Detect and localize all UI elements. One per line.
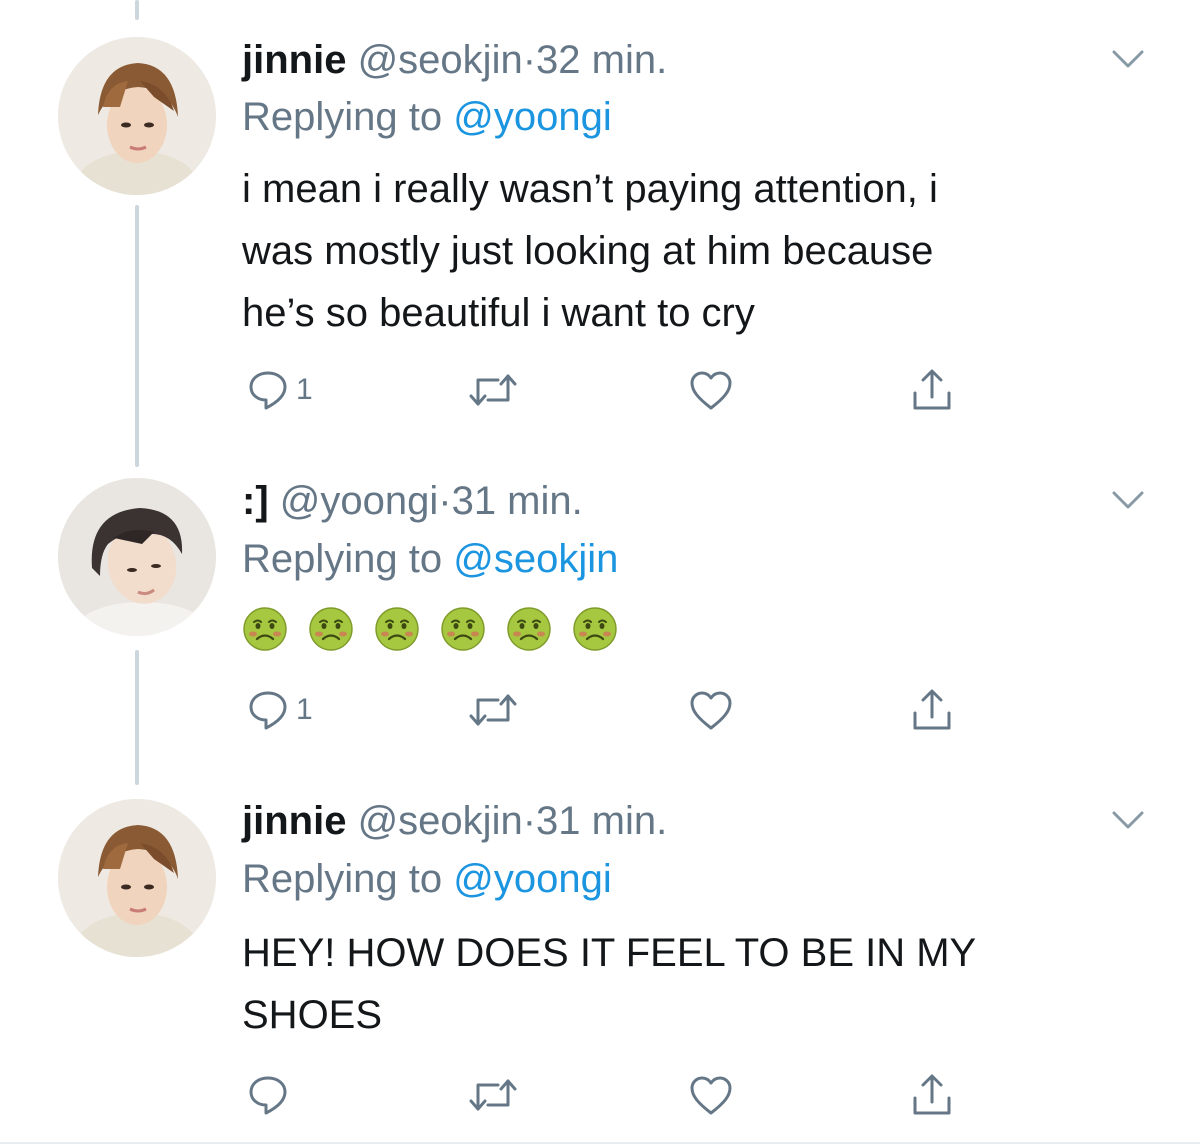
separator: · (438, 479, 452, 523)
mention-link[interactable]: @yoongi (453, 857, 611, 901)
share-icon (913, 369, 951, 410)
replying-prefix: Replying to (242, 857, 443, 901)
reply-icon (249, 1076, 287, 1115)
mention-link[interactable]: @yoongi (453, 95, 611, 139)
user-handle[interactable]: @seokjin (358, 799, 523, 843)
replying-to: Replying to @yoongi (242, 855, 612, 903)
display-name[interactable]: :] (242, 479, 269, 523)
reply-button[interactable] (246, 1070, 296, 1120)
nauseated-face-emoji (507, 607, 551, 651)
share-button[interactable] (910, 1070, 954, 1120)
chevron-down-icon[interactable] (1108, 805, 1148, 835)
replying-to: Replying to @yoongi (242, 93, 612, 141)
like-button[interactable] (688, 685, 734, 735)
divider (0, 1142, 1200, 1144)
replying-to: Replying to @seokjin (242, 535, 618, 583)
nauseated-face-emoji (573, 607, 617, 651)
separator: · (522, 38, 537, 82)
nauseated-face-emoji (243, 607, 287, 651)
tweet-header: jinnie @seokjin·31 min. (242, 797, 667, 845)
retweet-icon (469, 694, 517, 726)
tweet-header: :] @yoongi·31 min. (242, 477, 583, 525)
replying-prefix: Replying to (242, 95, 443, 139)
reply-button[interactable]: 1 (246, 685, 313, 735)
retweet-button[interactable] (466, 365, 520, 415)
avatar-image (58, 799, 216, 957)
heart-icon (690, 371, 732, 410)
mention-link[interactable]: @seokjin (453, 537, 618, 581)
reply-count: 1 (296, 373, 313, 406)
tweet-emojis (242, 606, 618, 652)
avatar-yoongi[interactable] (58, 478, 216, 636)
avatar-image (58, 37, 216, 195)
heart-icon (690, 691, 732, 730)
retweet-icon (469, 1079, 517, 1111)
tweet-text-line: i mean i really wasn’t paying attention,… (242, 167, 938, 211)
reply-count: 1 (296, 693, 313, 726)
retweet-icon (469, 374, 517, 406)
display-name[interactable]: jinnie (242, 38, 346, 82)
avatar-image (58, 478, 216, 636)
heart-icon (690, 1076, 732, 1115)
share-button[interactable] (910, 365, 954, 415)
like-button[interactable] (688, 1070, 734, 1120)
user-handle[interactable]: @yoongi (280, 479, 438, 523)
tweet-text: HEY! HOW DOES IT FEEL TO BE IN MY SHOES (242, 922, 1142, 1046)
tweet-header: jinnie @seokjin·32 min. (242, 36, 667, 84)
thread-line-2 (135, 650, 139, 785)
timestamp[interactable]: 31 min. (452, 479, 583, 523)
thread-line-top (135, 0, 139, 20)
reply-button[interactable]: 1 (246, 365, 313, 415)
tweet-text: i mean i really wasn’t paying attention,… (242, 158, 1142, 344)
thread-line-1 (135, 205, 139, 467)
avatar-seokjin[interactable] (58, 799, 216, 957)
chevron-down-icon[interactable] (1108, 485, 1148, 515)
like-button[interactable] (688, 365, 734, 415)
display-name[interactable]: jinnie (242, 799, 346, 843)
tweet-text-line: was mostly just looking at him because (242, 229, 934, 273)
chevron-down-icon[interactable] (1108, 44, 1148, 74)
separator: · (522, 799, 537, 843)
avatar-seokjin[interactable] (58, 37, 216, 195)
reply-icon (249, 691, 287, 730)
nauseated-face-emoji (375, 607, 419, 651)
nauseated-face-emoji (441, 607, 485, 651)
share-button[interactable] (910, 685, 954, 735)
tweet-text-line: HEY! HOW DOES IT FEEL TO BE IN MY (242, 931, 977, 975)
timestamp[interactable]: 31 min. (536, 799, 667, 843)
retweet-button[interactable] (466, 685, 520, 735)
timestamp[interactable]: 32 min. (536, 38, 667, 82)
nauseated-face-emoji (309, 607, 353, 651)
tweet-text-line: he’s so beautiful i want to cry (242, 291, 755, 335)
retweet-button[interactable] (466, 1070, 520, 1120)
reply-icon (249, 371, 287, 410)
share-icon (913, 1074, 951, 1115)
tweet-text-line: SHOES (242, 993, 383, 1037)
share-icon (913, 689, 951, 730)
user-handle[interactable]: @seokjin (358, 38, 523, 82)
replying-prefix: Replying to (242, 537, 443, 581)
